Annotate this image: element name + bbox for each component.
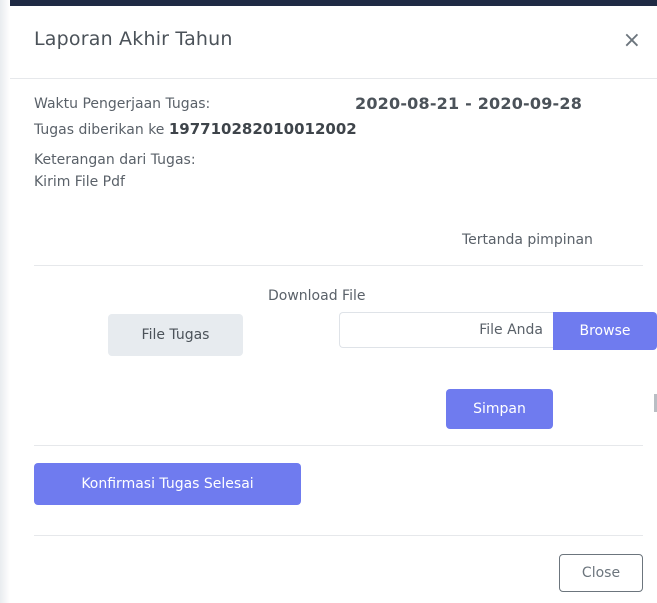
signed-by: Tertanda pimpinan bbox=[462, 232, 593, 248]
screen: Laporan Akhir Tahun × Waktu Pengerjaan T… bbox=[0, 0, 657, 603]
assigned-prefix: Tugas diberikan ke bbox=[34, 122, 165, 138]
browse-button[interactable]: Browse bbox=[553, 312, 657, 350]
note-value: Kirim File Pdf bbox=[34, 174, 125, 190]
task-modal: Laporan Akhir Tahun × Waktu Pengerjaan T… bbox=[10, 6, 657, 603]
backdrop-edge bbox=[0, 0, 10, 603]
close-icon[interactable]: × bbox=[623, 30, 641, 52]
date-range: 2020-08-21 - 2020-09-28 bbox=[355, 94, 583, 113]
modal-header: Laporan Akhir Tahun × bbox=[10, 6, 657, 79]
file-tugas-button[interactable]: File Tugas bbox=[108, 314, 243, 356]
assigned-id: 197710282010012002 bbox=[168, 120, 357, 138]
confirm-task-button[interactable]: Konfirmasi Tugas Selesai bbox=[34, 463, 301, 505]
file-input[interactable]: File Anda bbox=[339, 312, 553, 348]
divider-middle bbox=[34, 445, 643, 446]
file-upload[interactable]: File Anda Browse bbox=[339, 312, 657, 350]
divider-footer bbox=[34, 535, 643, 536]
download-label: Download File bbox=[268, 288, 366, 304]
assigned-line: Tugas diberikan ke 197710282010012002 bbox=[34, 120, 357, 138]
modal-title: Laporan Akhir Tahun bbox=[34, 28, 233, 50]
note-label: Keterangan dari Tugas: bbox=[34, 152, 196, 168]
divider-top bbox=[34, 265, 643, 266]
save-button[interactable]: Simpan bbox=[446, 389, 553, 429]
time-label: Waktu Pengerjaan Tugas: bbox=[34, 96, 211, 112]
close-button[interactable]: Close bbox=[559, 554, 643, 592]
